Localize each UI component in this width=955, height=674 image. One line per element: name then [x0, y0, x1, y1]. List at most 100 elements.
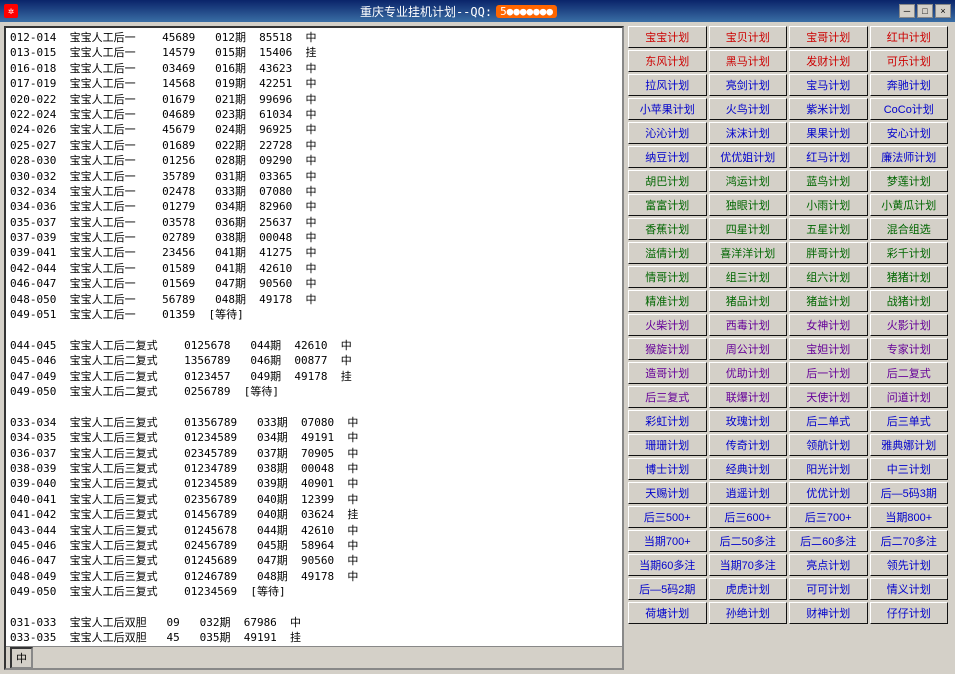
plan-btn-5-2[interactable]: 红马计划	[789, 146, 868, 168]
plan-btn-10-1[interactable]: 组三计划	[709, 266, 788, 288]
plan-btn-11-2[interactable]: 猪益计划	[789, 290, 868, 312]
plan-btn-14-1[interactable]: 优助计划	[709, 362, 788, 384]
plan-btn-0-3[interactable]: 红中计划	[870, 26, 949, 48]
plan-btn-21-2[interactable]: 后二60多注	[789, 530, 868, 552]
plan-btn-18-2[interactable]: 阳光计划	[789, 458, 868, 480]
plan-btn-16-1[interactable]: 玫瑰计划	[709, 410, 788, 432]
plan-btn-24-3[interactable]: 仔仔计划	[870, 602, 949, 624]
plan-btn-10-3[interactable]: 猪猪计划	[870, 266, 949, 288]
plan-btn-24-1[interactable]: 孙绝计划	[709, 602, 788, 624]
plan-btn-15-2[interactable]: 天使计划	[789, 386, 868, 408]
plan-btn-17-2[interactable]: 领航计划	[789, 434, 868, 456]
plan-btn-2-2[interactable]: 宝马计划	[789, 74, 868, 96]
plan-btn-7-3[interactable]: 小黄瓜计划	[870, 194, 949, 216]
plan-btn-20-1[interactable]: 后三600+	[709, 506, 788, 528]
plan-btn-1-3[interactable]: 可乐计划	[870, 50, 949, 72]
close-button[interactable]: ×	[935, 4, 951, 18]
plan-btn-8-3[interactable]: 混合组选	[870, 218, 949, 240]
plan-btn-4-1[interactable]: 沫沫计划	[709, 122, 788, 144]
plan-btn-8-2[interactable]: 五星计划	[789, 218, 868, 240]
plan-btn-6-0[interactable]: 胡巴计划	[628, 170, 707, 192]
plan-btn-1-2[interactable]: 发财计划	[789, 50, 868, 72]
plan-btn-7-2[interactable]: 小雨计划	[789, 194, 868, 216]
plan-btn-16-3[interactable]: 后三单式	[870, 410, 949, 432]
plan-btn-22-1[interactable]: 当期70多注	[709, 554, 788, 576]
plan-btn-10-0[interactable]: 情哥计划	[628, 266, 707, 288]
plan-btn-19-1[interactable]: 逍遥计划	[709, 482, 788, 504]
plan-btn-3-0[interactable]: 小苹果计划	[628, 98, 707, 120]
plan-btn-6-1[interactable]: 鸿运计划	[709, 170, 788, 192]
plan-btn-14-0[interactable]: 造哥计划	[628, 362, 707, 384]
plan-btn-23-1[interactable]: 虎虎计划	[709, 578, 788, 600]
plan-btn-0-0[interactable]: 宝宝计划	[628, 26, 707, 48]
plan-btn-7-0[interactable]: 富富计划	[628, 194, 707, 216]
plan-btn-2-0[interactable]: 拉风计划	[628, 74, 707, 96]
plan-btn-10-2[interactable]: 组六计划	[789, 266, 868, 288]
plan-btn-18-3[interactable]: 中三计划	[870, 458, 949, 480]
plan-btn-16-0[interactable]: 彩虹计划	[628, 410, 707, 432]
plan-btn-22-3[interactable]: 领先计划	[870, 554, 949, 576]
plan-btn-12-2[interactable]: 女神计划	[789, 314, 868, 336]
plan-btn-0-2[interactable]: 宝哥计划	[789, 26, 868, 48]
plan-btn-18-1[interactable]: 经典计划	[709, 458, 788, 480]
plan-btn-11-3[interactable]: 战猪计划	[870, 290, 949, 312]
plan-btn-1-1[interactable]: 黑马计划	[709, 50, 788, 72]
plan-btn-13-3[interactable]: 专家计划	[870, 338, 949, 360]
plan-btn-23-0[interactable]: 后—5码2期	[628, 578, 707, 600]
plan-btn-0-1[interactable]: 宝贝计划	[709, 26, 788, 48]
plan-btn-11-1[interactable]: 猪品计划	[709, 290, 788, 312]
plan-btn-11-0[interactable]: 精准计划	[628, 290, 707, 312]
plan-btn-6-2[interactable]: 蓝鸟计划	[789, 170, 868, 192]
plan-btn-12-1[interactable]: 西毒计划	[709, 314, 788, 336]
plan-btn-13-2[interactable]: 宝妲计划	[789, 338, 868, 360]
plan-btn-13-0[interactable]: 猴旋计划	[628, 338, 707, 360]
plan-btn-5-0[interactable]: 纳豆计划	[628, 146, 707, 168]
plan-btn-3-1[interactable]: 火鸟计划	[709, 98, 788, 120]
plan-btn-15-1[interactable]: 联爆计划	[709, 386, 788, 408]
plan-btn-5-1[interactable]: 优优姐计划	[709, 146, 788, 168]
plan-btn-12-0[interactable]: 火柴计划	[628, 314, 707, 336]
plan-btn-16-2[interactable]: 后二单式	[789, 410, 868, 432]
plan-btn-19-2[interactable]: 优优计划	[789, 482, 868, 504]
plan-btn-6-3[interactable]: 梦莲计划	[870, 170, 949, 192]
plan-btn-18-0[interactable]: 博士计划	[628, 458, 707, 480]
plan-btn-15-0[interactable]: 后三复式	[628, 386, 707, 408]
plan-btn-9-0[interactable]: 溢倩计划	[628, 242, 707, 264]
maximize-button[interactable]: □	[917, 4, 933, 18]
plan-btn-20-2[interactable]: 后三700+	[789, 506, 868, 528]
plan-btn-4-2[interactable]: 果果计划	[789, 122, 868, 144]
plan-btn-17-1[interactable]: 传奇计划	[709, 434, 788, 456]
plan-btn-24-2[interactable]: 财神计划	[789, 602, 868, 624]
plan-btn-21-0[interactable]: 当期700+	[628, 530, 707, 552]
plan-btn-24-0[interactable]: 荷塘计划	[628, 602, 707, 624]
plan-btn-4-3[interactable]: 安心计划	[870, 122, 949, 144]
plan-btn-21-3[interactable]: 后二70多注	[870, 530, 949, 552]
plan-btn-15-3[interactable]: 问道计划	[870, 386, 949, 408]
plan-btn-8-0[interactable]: 香蕉计划	[628, 218, 707, 240]
plan-btn-17-0[interactable]: 珊珊计划	[628, 434, 707, 456]
plan-btn-20-3[interactable]: 当期800+	[870, 506, 949, 528]
plan-btn-2-3[interactable]: 奔驰计划	[870, 74, 949, 96]
plan-btn-5-3[interactable]: 廉法师计划	[870, 146, 949, 168]
plan-btn-22-0[interactable]: 当期60多注	[628, 554, 707, 576]
plan-btn-1-0[interactable]: 东风计划	[628, 50, 707, 72]
text-content-area[interactable]: 012-014 宝宝人工后一 45689 012期 85518 中 013-01…	[6, 28, 622, 646]
plan-btn-7-1[interactable]: 独眼计划	[709, 194, 788, 216]
plan-btn-12-3[interactable]: 火影计划	[870, 314, 949, 336]
plan-btn-19-0[interactable]: 天赐计划	[628, 482, 707, 504]
plan-btn-14-3[interactable]: 后二复式	[870, 362, 949, 384]
plan-btn-14-2[interactable]: 后一计划	[789, 362, 868, 384]
plan-btn-8-1[interactable]: 四星计划	[709, 218, 788, 240]
plan-btn-3-3[interactable]: CoCo计划	[870, 98, 949, 120]
plan-btn-2-1[interactable]: 亮剑计划	[709, 74, 788, 96]
plan-btn-9-1[interactable]: 喜洋洋计划	[709, 242, 788, 264]
plan-btn-9-2[interactable]: 胖哥计划	[789, 242, 868, 264]
plan-btn-9-3[interactable]: 彩千计划	[870, 242, 949, 264]
plan-btn-20-0[interactable]: 后三500+	[628, 506, 707, 528]
plan-btn-17-3[interactable]: 雅典娜计划	[870, 434, 949, 456]
plan-btn-23-2[interactable]: 可可计划	[789, 578, 868, 600]
plan-btn-19-3[interactable]: 后—5码3期	[870, 482, 949, 504]
plan-btn-23-3[interactable]: 情义计划	[870, 578, 949, 600]
plan-btn-21-1[interactable]: 后二50多注	[709, 530, 788, 552]
plan-btn-22-2[interactable]: 亮点计划	[789, 554, 868, 576]
